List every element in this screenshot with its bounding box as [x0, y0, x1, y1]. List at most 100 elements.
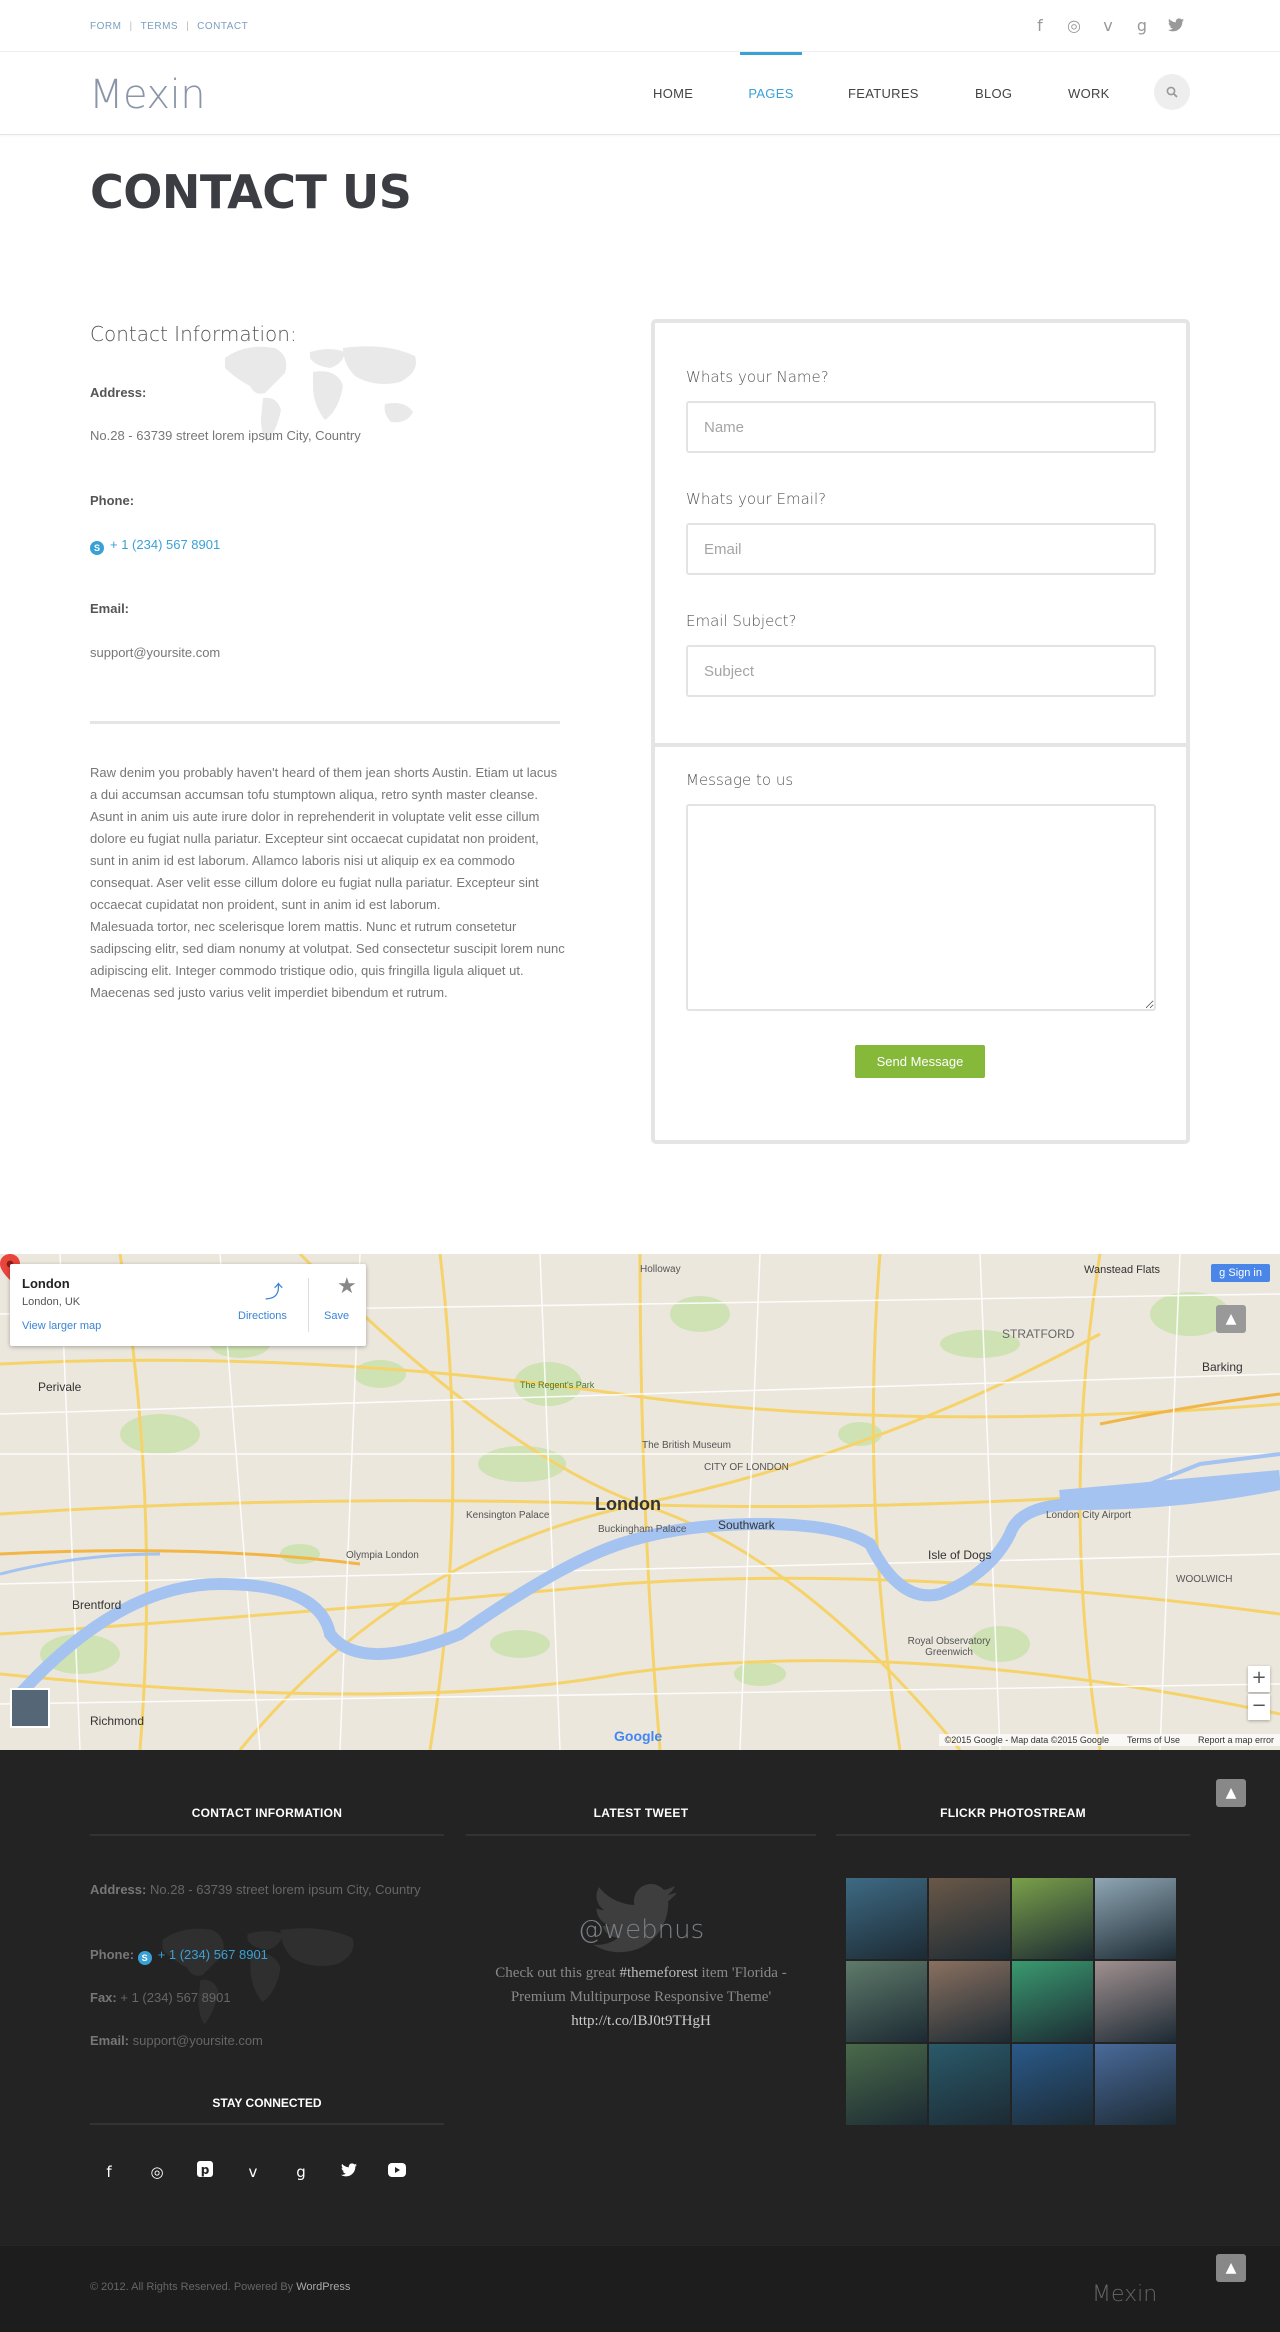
flickr-photostream — [846, 1878, 1178, 2125]
footer-phone-value[interactable]: + 1 (234) 567 8901 — [158, 1947, 268, 1962]
top-link-terms[interactable]: TERMS — [141, 21, 179, 32]
subject-input[interactable] — [686, 645, 1156, 697]
footer-email-value[interactable]: support@yoursite.com — [133, 2033, 263, 2048]
google-plus-icon[interactable]: g — [1132, 14, 1152, 36]
chevron-up-icon: ▲ — [1225, 1311, 1237, 1327]
footer-col-title: CONTACT INFORMATION — [191, 1806, 343, 1820]
site-logo[interactable]: Mexin — [89, 72, 206, 118]
contact-info-heading: Contact Information: — [90, 322, 297, 346]
nav-features[interactable]: FEATURES — [848, 52, 919, 135]
flickr-photo[interactable] — [1095, 2044, 1176, 2125]
flickr-photo[interactable] — [1095, 1961, 1176, 2042]
body-paragraph: Raw denim you probably haven't heard of … — [90, 765, 558, 802]
wordpress-link[interactable]: WordPress — [296, 2281, 350, 2293]
email-label: Email: — [90, 601, 130, 616]
flickr-photo[interactable] — [846, 2044, 927, 2125]
map-label: Buckingham Palace — [598, 1524, 687, 1535]
page-title: CONTACT US — [90, 165, 412, 219]
map-label: Isle of Dogs — [928, 1548, 992, 1562]
top-social-icons: f ◎ v g — [1030, 14, 1186, 36]
sign-in-label: Sign in — [1228, 1267, 1262, 1279]
phone-number[interactable]: + 1 (234) 567 8901 — [110, 537, 220, 552]
satellite-thumbnail[interactable] — [10, 1688, 50, 1728]
flickr-photo[interactable] — [846, 1878, 927, 1959]
map-label: London City Airport — [1046, 1510, 1132, 1521]
chevron-up-icon: ▲ — [1225, 1785, 1237, 1801]
phone-label: Phone: — [90, 493, 135, 508]
skype-icon: S — [137, 1951, 152, 1965]
google-logo: Google — [614, 1728, 663, 1744]
send-message-button[interactable]: Send Message — [855, 1045, 985, 1078]
vimeo-icon[interactable]: v — [1098, 14, 1118, 36]
report-map-error-link[interactable]: Report a map error — [1198, 1735, 1274, 1745]
email-value[interactable]: support@yoursite.com — [90, 645, 220, 660]
pinterest-icon[interactable]: p — [193, 2160, 217, 2184]
flickr-photo[interactable] — [846, 1961, 927, 2042]
directions-link[interactable]: Directions — [238, 1310, 287, 1322]
map-place-card: London London, UK View larger map ⤴ Dire… — [10, 1264, 366, 1346]
top-links: FORM | TERMS | CONTACT — [90, 21, 248, 32]
email-input[interactable] — [686, 523, 1156, 575]
footer-col-line — [466, 1834, 816, 1836]
map-label: Wanstead Flats — [1084, 1264, 1161, 1276]
flickr-photo[interactable] — [929, 1878, 1010, 1959]
phone-value[interactable]: S + 1 (234) 567 8901 — [90, 537, 220, 555]
footer-logo: Mexin — [1092, 2282, 1158, 2307]
scroll-top-button[interactable]: ▲ — [1216, 2254, 1246, 2282]
nav-work[interactable]: WORK — [1068, 52, 1110, 135]
footer-col-title: FLICKR PHOTOSTREAM — [940, 1806, 1086, 1820]
facebook-icon[interactable]: f — [97, 2160, 121, 2184]
map-attribution: ©2015 Google - Map data ©2015 Google Ter… — [938, 1734, 1280, 1746]
footer-fax: Fax: + 1 (234) 567 8901 — [90, 1987, 430, 2009]
tweet-text: Check out this great #themeforest item '… — [466, 1961, 816, 2033]
flickr-photo[interactable] — [1012, 2044, 1093, 2125]
star-icon[interactable]: ★ — [337, 1274, 357, 1299]
dribbble-icon[interactable]: ◎ — [145, 2160, 169, 2184]
zoom-in-button[interactable]: + — [1248, 1666, 1270, 1692]
map-label: Royal Observatory Greenwich — [907, 1636, 991, 1658]
map-label: WOOLWICH — [1176, 1574, 1233, 1585]
nav-home[interactable]: HOME — [653, 52, 693, 135]
facebook-icon[interactable]: f — [1030, 14, 1050, 36]
skype-icon: S — [90, 541, 104, 555]
youtube-icon[interactable] — [385, 2160, 409, 2184]
twitter-icon[interactable] — [1166, 14, 1186, 36]
flickr-photo[interactable] — [1012, 1878, 1093, 1959]
zoom-out-button[interactable]: − — [1248, 1694, 1270, 1720]
top-link-contact[interactable]: CONTACT — [197, 21, 248, 32]
tweet-text-start: Check out this great — [495, 1965, 620, 1981]
footer-address-value: No.28 - 63739 street lorem ipsum City, C… — [149, 1882, 421, 1897]
view-larger-map-link[interactable]: View larger map — [22, 1320, 101, 1332]
google-plus-icon[interactable]: g — [289, 2160, 313, 2184]
search-button[interactable] — [1154, 74, 1190, 110]
map-label: The British Museum — [642, 1440, 731, 1451]
dribbble-icon[interactable]: ◎ — [1064, 14, 1084, 36]
top-link-form[interactable]: FORM — [90, 21, 121, 32]
twitter-icon[interactable] — [337, 2160, 361, 2184]
footer-email-label: Email: — [90, 2033, 130, 2048]
tweet-link[interactable]: http://t.co/lBJ0t9THgH — [571, 2013, 711, 2029]
map-sign-in-button[interactable]: g Sign in — [1211, 1264, 1270, 1282]
name-input[interactable] — [686, 401, 1156, 453]
message-textarea[interactable] — [686, 804, 1156, 1011]
nav-blog[interactable]: BLOG — [975, 52, 1012, 135]
vimeo-icon[interactable]: v — [241, 2160, 265, 2184]
terms-of-use-link[interactable]: Terms of Use — [1127, 1735, 1180, 1745]
save-link[interactable]: Save — [324, 1310, 349, 1322]
footer-fax-label: Fax: — [90, 1990, 117, 2005]
google-map[interactable]: Holloway Wanstead Flats STRATFORD Barkin… — [0, 1254, 1280, 1750]
flickr-photo[interactable] — [929, 1961, 1010, 2042]
directions-icon[interactable]: ⤴ — [265, 1278, 283, 1304]
scroll-top-button[interactable]: ▲ — [1216, 1305, 1246, 1333]
tweet-hashtag[interactable]: #themeforest — [619, 1965, 697, 1981]
flickr-photo[interactable] — [1012, 1961, 1093, 2042]
map-label: Barking — [1202, 1360, 1243, 1374]
footer-col-line — [836, 1834, 1190, 1836]
nav-pages[interactable]: PAGES — [740, 52, 802, 135]
link-separator: | — [129, 21, 133, 32]
flickr-photo[interactable] — [1095, 1878, 1176, 1959]
stay-connected-title: STAY CONNECTED — [212, 2096, 322, 2110]
tweet-handle[interactable]: @webnus — [466, 1915, 816, 1945]
scroll-top-button[interactable]: ▲ — [1216, 1779, 1246, 1807]
flickr-photo[interactable] — [929, 2044, 1010, 2125]
